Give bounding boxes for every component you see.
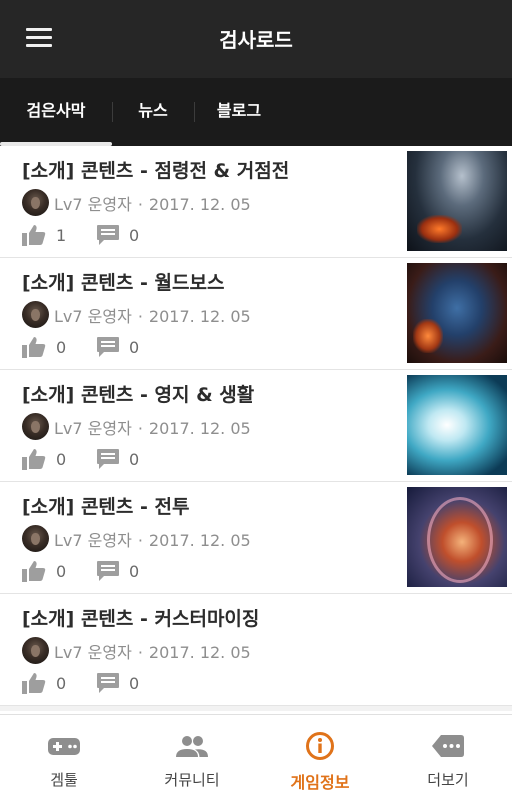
author-name: 운영자 <box>87 419 132 438</box>
post-list[interactable]: [소개] 콘텐츠 - 점령전 & 거점전 Lv7 운영자 · 2017. 12. 0… <box>0 146 512 714</box>
post-date: 2017. 12. 05 <box>148 195 251 214</box>
author-level: Lv7 <box>54 195 83 214</box>
author-name: 운영자 <box>87 643 132 662</box>
list-item[interactable]: [소개] 콘텐츠 - 영지 & 생활 Lv7 운영자 · 2017. 12. 05 … <box>0 370 512 482</box>
list-item[interactable]: [소개] 콘텐츠 - 점령전 & 거점전 Lv7 운영자 · 2017. 12. 0… <box>0 146 512 258</box>
comment-icon[interactable] <box>96 672 120 694</box>
thumbs-up-icon[interactable] <box>22 560 46 582</box>
post-date: 2017. 12. 05 <box>148 643 251 662</box>
gamepad-icon <box>48 738 80 755</box>
post-meta: Lv7 운영자 · 2017. 12. 05 <box>54 527 251 551</box>
post-date: 2017. 12. 05 <box>148 307 251 326</box>
thumbs-up-icon[interactable] <box>22 224 46 246</box>
more-icon <box>432 735 464 757</box>
avatar <box>22 189 49 216</box>
thumbs-up-icon[interactable] <box>22 672 46 694</box>
list-item[interactable]: [소개] 콘텐츠 - 월드보스 Lv7 운영자 · 2017. 12. 05 0 0 <box>0 258 512 370</box>
comment-count: 0 <box>129 226 140 245</box>
post-title: [소개] 콘텐츠 - 전투 <box>22 496 190 518</box>
nav-label: 더보기 <box>427 771 469 789</box>
list-item[interactable]: [소개] 콘텐츠 - 커스터마이징 Lv7 운영자 · 2017. 12. 05 0… <box>0 594 512 706</box>
meta-separator: · <box>137 643 143 662</box>
comment-count: 0 <box>129 674 140 693</box>
comment-icon[interactable] <box>96 560 120 582</box>
post-thumbnail[interactable] <box>407 151 507 251</box>
thumbs-up-icon[interactable] <box>22 448 46 470</box>
list-item[interactable]: [소개] 콘텐츠 - 전투 Lv7 운영자 · 2017. 12. 05 0 0 <box>0 482 512 594</box>
post-meta: Lv7 운영자 · 2017. 12. 05 <box>54 639 251 663</box>
post-title: [소개] 콘텐츠 - 영지 & 생활 <box>22 384 255 406</box>
comment-icon[interactable] <box>96 336 120 358</box>
author-level: Lv7 <box>54 307 83 326</box>
bottom-navigation: 겜툴 커뮤니티 게임정보 더보기 <box>0 714 512 800</box>
comment-icon[interactable] <box>96 448 120 470</box>
nav-label: 게임정보 <box>290 773 350 792</box>
nav-label: 커뮤니티 <box>164 771 220 789</box>
likes-count: 0 <box>56 562 67 581</box>
comment-count: 0 <box>129 338 140 357</box>
app-title: 검사로드 <box>219 28 293 52</box>
likes-count: 0 <box>56 674 67 693</box>
meta-separator: · <box>137 195 143 214</box>
nav-label: 겜툴 <box>50 771 78 789</box>
comment-count: 0 <box>129 450 140 469</box>
post-title: [소개] 콘텐츠 - 점령전 & 거점전 <box>22 160 290 182</box>
author-level: Lv7 <box>54 419 83 438</box>
author-name: 운영자 <box>87 531 132 550</box>
post-date: 2017. 12. 05 <box>148 531 251 550</box>
likes-count: 0 <box>56 338 67 357</box>
comment-count: 0 <box>129 562 140 581</box>
author-name: 운영자 <box>87 195 132 214</box>
nav-item-gametool[interactable]: 겜툴 <box>0 715 128 800</box>
tab-bar: 검은사막 뉴스 블로그 <box>0 78 512 146</box>
avatar <box>22 637 49 664</box>
post-date: 2017. 12. 05 <box>148 419 251 438</box>
likes-count: 1 <box>56 226 67 245</box>
tab-news[interactable]: 뉴스 <box>112 78 194 146</box>
meta-separator: · <box>137 307 143 326</box>
author-level: Lv7 <box>54 643 83 662</box>
post-meta: Lv7 운영자 · 2017. 12. 05 <box>54 191 251 215</box>
tab-black-desert[interactable]: 검은사막 <box>0 78 112 146</box>
comment-icon[interactable] <box>96 224 120 246</box>
post-thumbnail[interactable] <box>407 375 507 475</box>
post-meta: Lv7 운영자 · 2017. 12. 05 <box>54 415 251 439</box>
author-name: 운영자 <box>87 307 132 326</box>
nav-item-game-info[interactable]: 게임정보 <box>256 715 384 800</box>
meta-separator: · <box>137 419 143 438</box>
nav-item-community[interactable]: 커뮤니티 <box>128 715 256 800</box>
post-thumbnail[interactable] <box>407 263 507 363</box>
info-icon <box>306 732 334 760</box>
avatar <box>22 525 49 552</box>
meta-separator: · <box>137 531 143 550</box>
author-level: Lv7 <box>54 531 83 550</box>
tab-blog[interactable]: 블로그 <box>194 78 284 146</box>
app-bar: 검사로드 <box>0 0 512 78</box>
post-title: [소개] 콘텐츠 - 커스터마이징 <box>22 608 260 630</box>
thumbs-up-icon[interactable] <box>22 336 46 358</box>
post-thumbnail[interactable] <box>407 487 507 587</box>
avatar <box>22 413 49 440</box>
people-icon <box>176 736 208 757</box>
post-meta: Lv7 운영자 · 2017. 12. 05 <box>54 303 251 327</box>
nav-item-more[interactable]: 더보기 <box>384 715 512 800</box>
post-title: [소개] 콘텐츠 - 월드보스 <box>22 272 225 294</box>
likes-count: 0 <box>56 450 67 469</box>
avatar <box>22 301 49 328</box>
